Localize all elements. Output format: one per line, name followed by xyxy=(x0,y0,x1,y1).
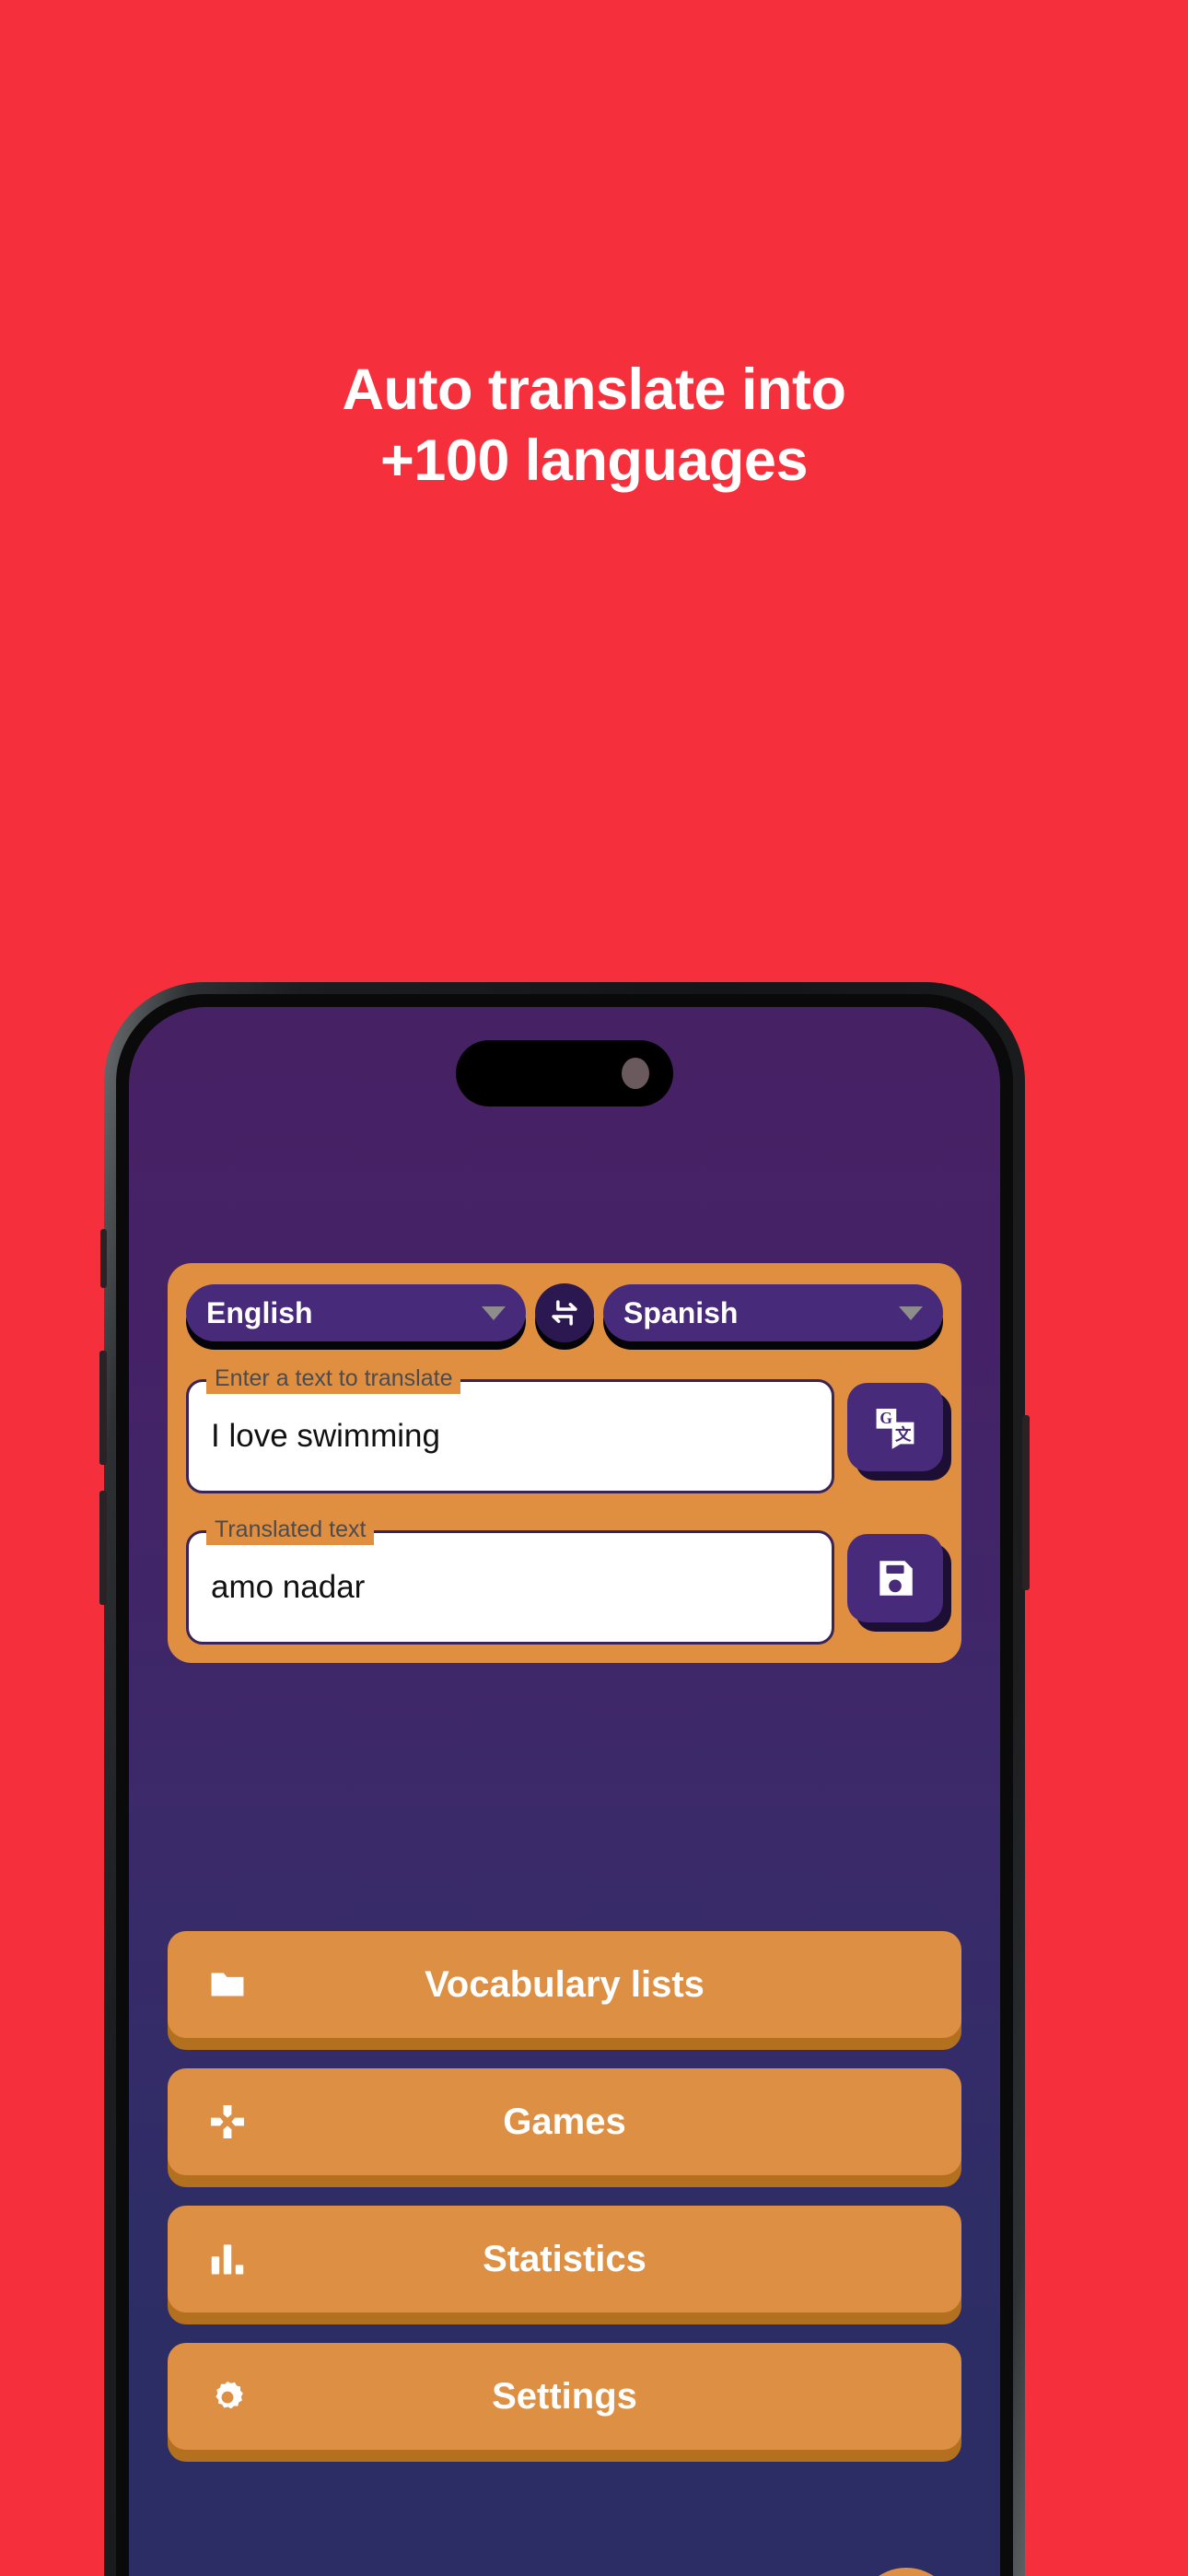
source-text-input[interactable]: I love swimming xyxy=(186,1379,834,1493)
phone-screen: English Spanish Enter a text to translat… xyxy=(129,1007,1000,2576)
menu-item-label: Vocabulary lists xyxy=(425,1963,705,2005)
promo-headline-line-2: +100 languages xyxy=(380,427,809,493)
target-language-label: Spanish xyxy=(623,1295,739,1329)
bar-chart-icon xyxy=(201,2239,254,2279)
source-text-field-wrap: Enter a text to translate I love swimmin… xyxy=(186,1363,834,1493)
save-floppy-icon xyxy=(879,1561,913,1596)
source-language-dropdown[interactable]: English xyxy=(186,1284,526,1341)
menu-item-settings[interactable]: Settings xyxy=(168,2343,961,2450)
source-text-value: I love swimming xyxy=(211,1418,440,1454)
folder-icon xyxy=(201,1964,254,2005)
target-text-value: amo nadar xyxy=(211,1569,366,1605)
gear-icon xyxy=(201,2376,254,2417)
target-text-field-wrap: Translated text amo nadar xyxy=(186,1514,834,1645)
front-camera-icon xyxy=(622,1058,649,1089)
gamepad-dpad-icon xyxy=(201,2102,254,2142)
swap-horizontal-icon xyxy=(552,1300,577,1326)
menu-item-statistics[interactable]: Statistics xyxy=(168,2206,961,2313)
menu-item-label: Statistics xyxy=(483,2238,646,2279)
promo-headline-line-1: Auto translate into xyxy=(342,357,846,422)
chevron-down-icon xyxy=(899,1306,923,1320)
menu-item-vocabulary-lists[interactable]: Vocabulary lists xyxy=(168,1931,961,2038)
target-text-input[interactable]: amo nadar xyxy=(186,1530,834,1645)
help-fab-button[interactable]: ? xyxy=(856,2568,956,2576)
dynamic-island xyxy=(456,1040,673,1107)
target-text-legend: Translated text xyxy=(206,1514,375,1545)
svg-text:G: G xyxy=(879,1409,892,1427)
swap-languages-button[interactable] xyxy=(535,1283,594,1342)
menu-item-games[interactable]: Games xyxy=(168,2068,961,2175)
chevron-down-icon xyxy=(482,1306,506,1320)
translate-card: English Spanish Enter a text to translat… xyxy=(168,1263,961,1663)
source-text-row: Enter a text to translate I love swimmin… xyxy=(186,1363,943,1493)
source-text-legend: Enter a text to translate xyxy=(206,1363,461,1394)
main-menu: Vocabulary lists Games Statistics Settin… xyxy=(168,1931,961,2480)
target-language-dropdown[interactable]: Spanish xyxy=(603,1284,943,1341)
phone-mockup: English Spanish Enter a text to translat… xyxy=(99,982,1030,2576)
target-text-row: Translated text amo nadar xyxy=(186,1514,943,1645)
power-button[interactable] xyxy=(1022,1415,1030,1590)
translate-button[interactable]: G 文 xyxy=(847,1383,943,1471)
volume-down-button[interactable] xyxy=(99,1491,107,1605)
menu-item-label: Settings xyxy=(492,2375,637,2417)
silent-switch-button[interactable] xyxy=(100,1229,107,1288)
language-selector-row: English Spanish xyxy=(186,1283,943,1342)
promo-headline: Auto translate into +100 languages xyxy=(0,355,1188,497)
source-language-label: English xyxy=(206,1295,313,1329)
phone-bezel: English Spanish Enter a text to translat… xyxy=(116,994,1013,2576)
volume-up-button[interactable] xyxy=(99,1351,107,1465)
menu-item-label: Games xyxy=(503,2101,626,2142)
svg-text:文: 文 xyxy=(895,1425,912,1444)
google-translate-icon: G 文 xyxy=(876,1409,914,1449)
save-translation-button[interactable] xyxy=(847,1534,943,1622)
